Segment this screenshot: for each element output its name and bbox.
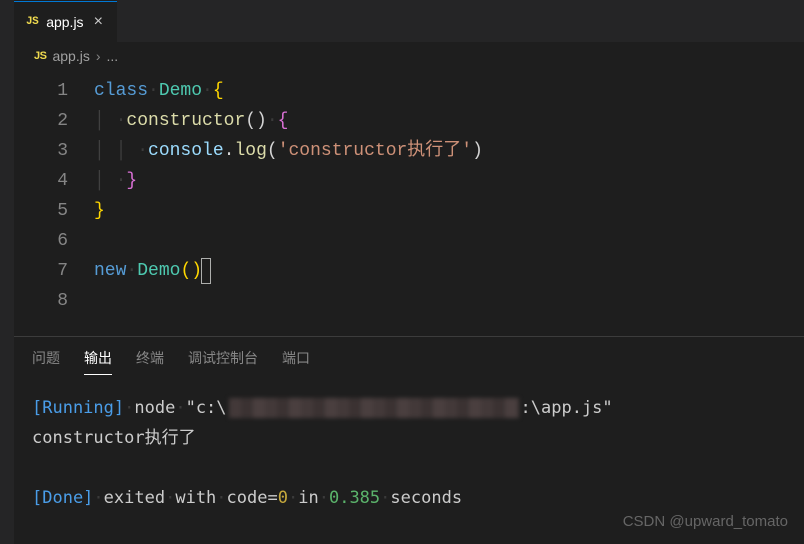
breadcrumb-file: app.js <box>52 48 89 64</box>
code-line[interactable] <box>94 286 804 316</box>
chevron-right-icon: › <box>96 48 101 64</box>
panel-tab-输出[interactable]: 输出 <box>84 348 112 375</box>
code-line[interactable]: │ ·constructor()·{ <box>94 106 804 136</box>
panel-tab-端口[interactable]: 端口 <box>282 348 310 374</box>
output-line-log: constructor执行了 <box>32 423 786 453</box>
line-number: 2 <box>14 106 68 136</box>
line-number: 4 <box>14 166 68 196</box>
output-blank-line <box>32 453 786 483</box>
line-number: 3 <box>14 136 68 166</box>
line-number: 8 <box>14 286 68 316</box>
line-number: 7 <box>14 256 68 286</box>
code-line[interactable]: } <box>94 196 804 226</box>
close-icon[interactable]: × <box>92 11 105 33</box>
output-line-running: [Running]·node·"c:\:\app.js" <box>32 393 786 423</box>
code-line[interactable]: new·Demo() <box>94 256 804 286</box>
panel-tab-问题[interactable]: 问题 <box>32 348 60 374</box>
main-area: JS app.js × JS app.js › ... 12345678 cla… <box>14 0 804 544</box>
panel-tab-调试控制台[interactable]: 调试控制台 <box>188 348 258 374</box>
line-number: 1 <box>14 76 68 106</box>
js-file-icon: JS <box>34 50 46 62</box>
panel-tab-终端[interactable]: 终端 <box>136 348 164 374</box>
cursor <box>201 258 211 284</box>
panel-tabs: 问题输出终端调试控制台端口 <box>32 345 786 377</box>
tab-filename: app.js <box>46 14 83 30</box>
code-line[interactable] <box>94 226 804 256</box>
breadcrumb[interactable]: JS app.js › ... <box>14 42 804 70</box>
line-number-gutter: 12345678 <box>14 76 94 336</box>
code-line[interactable]: class·Demo·{ <box>94 76 804 106</box>
editor-tabs-bar: JS app.js × <box>14 0 804 42</box>
watermark: CSDN @upward_tomato <box>623 513 788 530</box>
activity-bar-sliver <box>0 0 14 544</box>
code-content[interactable]: class·Demo·{│ ·constructor()·{│ │ ·conso… <box>94 76 804 336</box>
output-line-done: [Done]·exited·with·code=0·in·0.385·secon… <box>32 483 786 513</box>
output-content[interactable]: [Running]·node·"c:\:\app.js" constructor… <box>32 377 786 513</box>
code-editor[interactable]: 12345678 class·Demo·{│ ·constructor()·{│… <box>14 70 804 336</box>
line-number: 6 <box>14 226 68 256</box>
code-line[interactable]: │ │ ·console.log('constructor执行了') <box>94 136 804 166</box>
code-line[interactable]: │ ·} <box>94 166 804 196</box>
censored-path <box>229 398 519 418</box>
breadcrumb-rest: ... <box>107 48 119 64</box>
tab-app-js[interactable]: JS app.js × <box>14 0 117 42</box>
line-number: 5 <box>14 196 68 226</box>
js-file-icon: JS <box>26 16 38 28</box>
